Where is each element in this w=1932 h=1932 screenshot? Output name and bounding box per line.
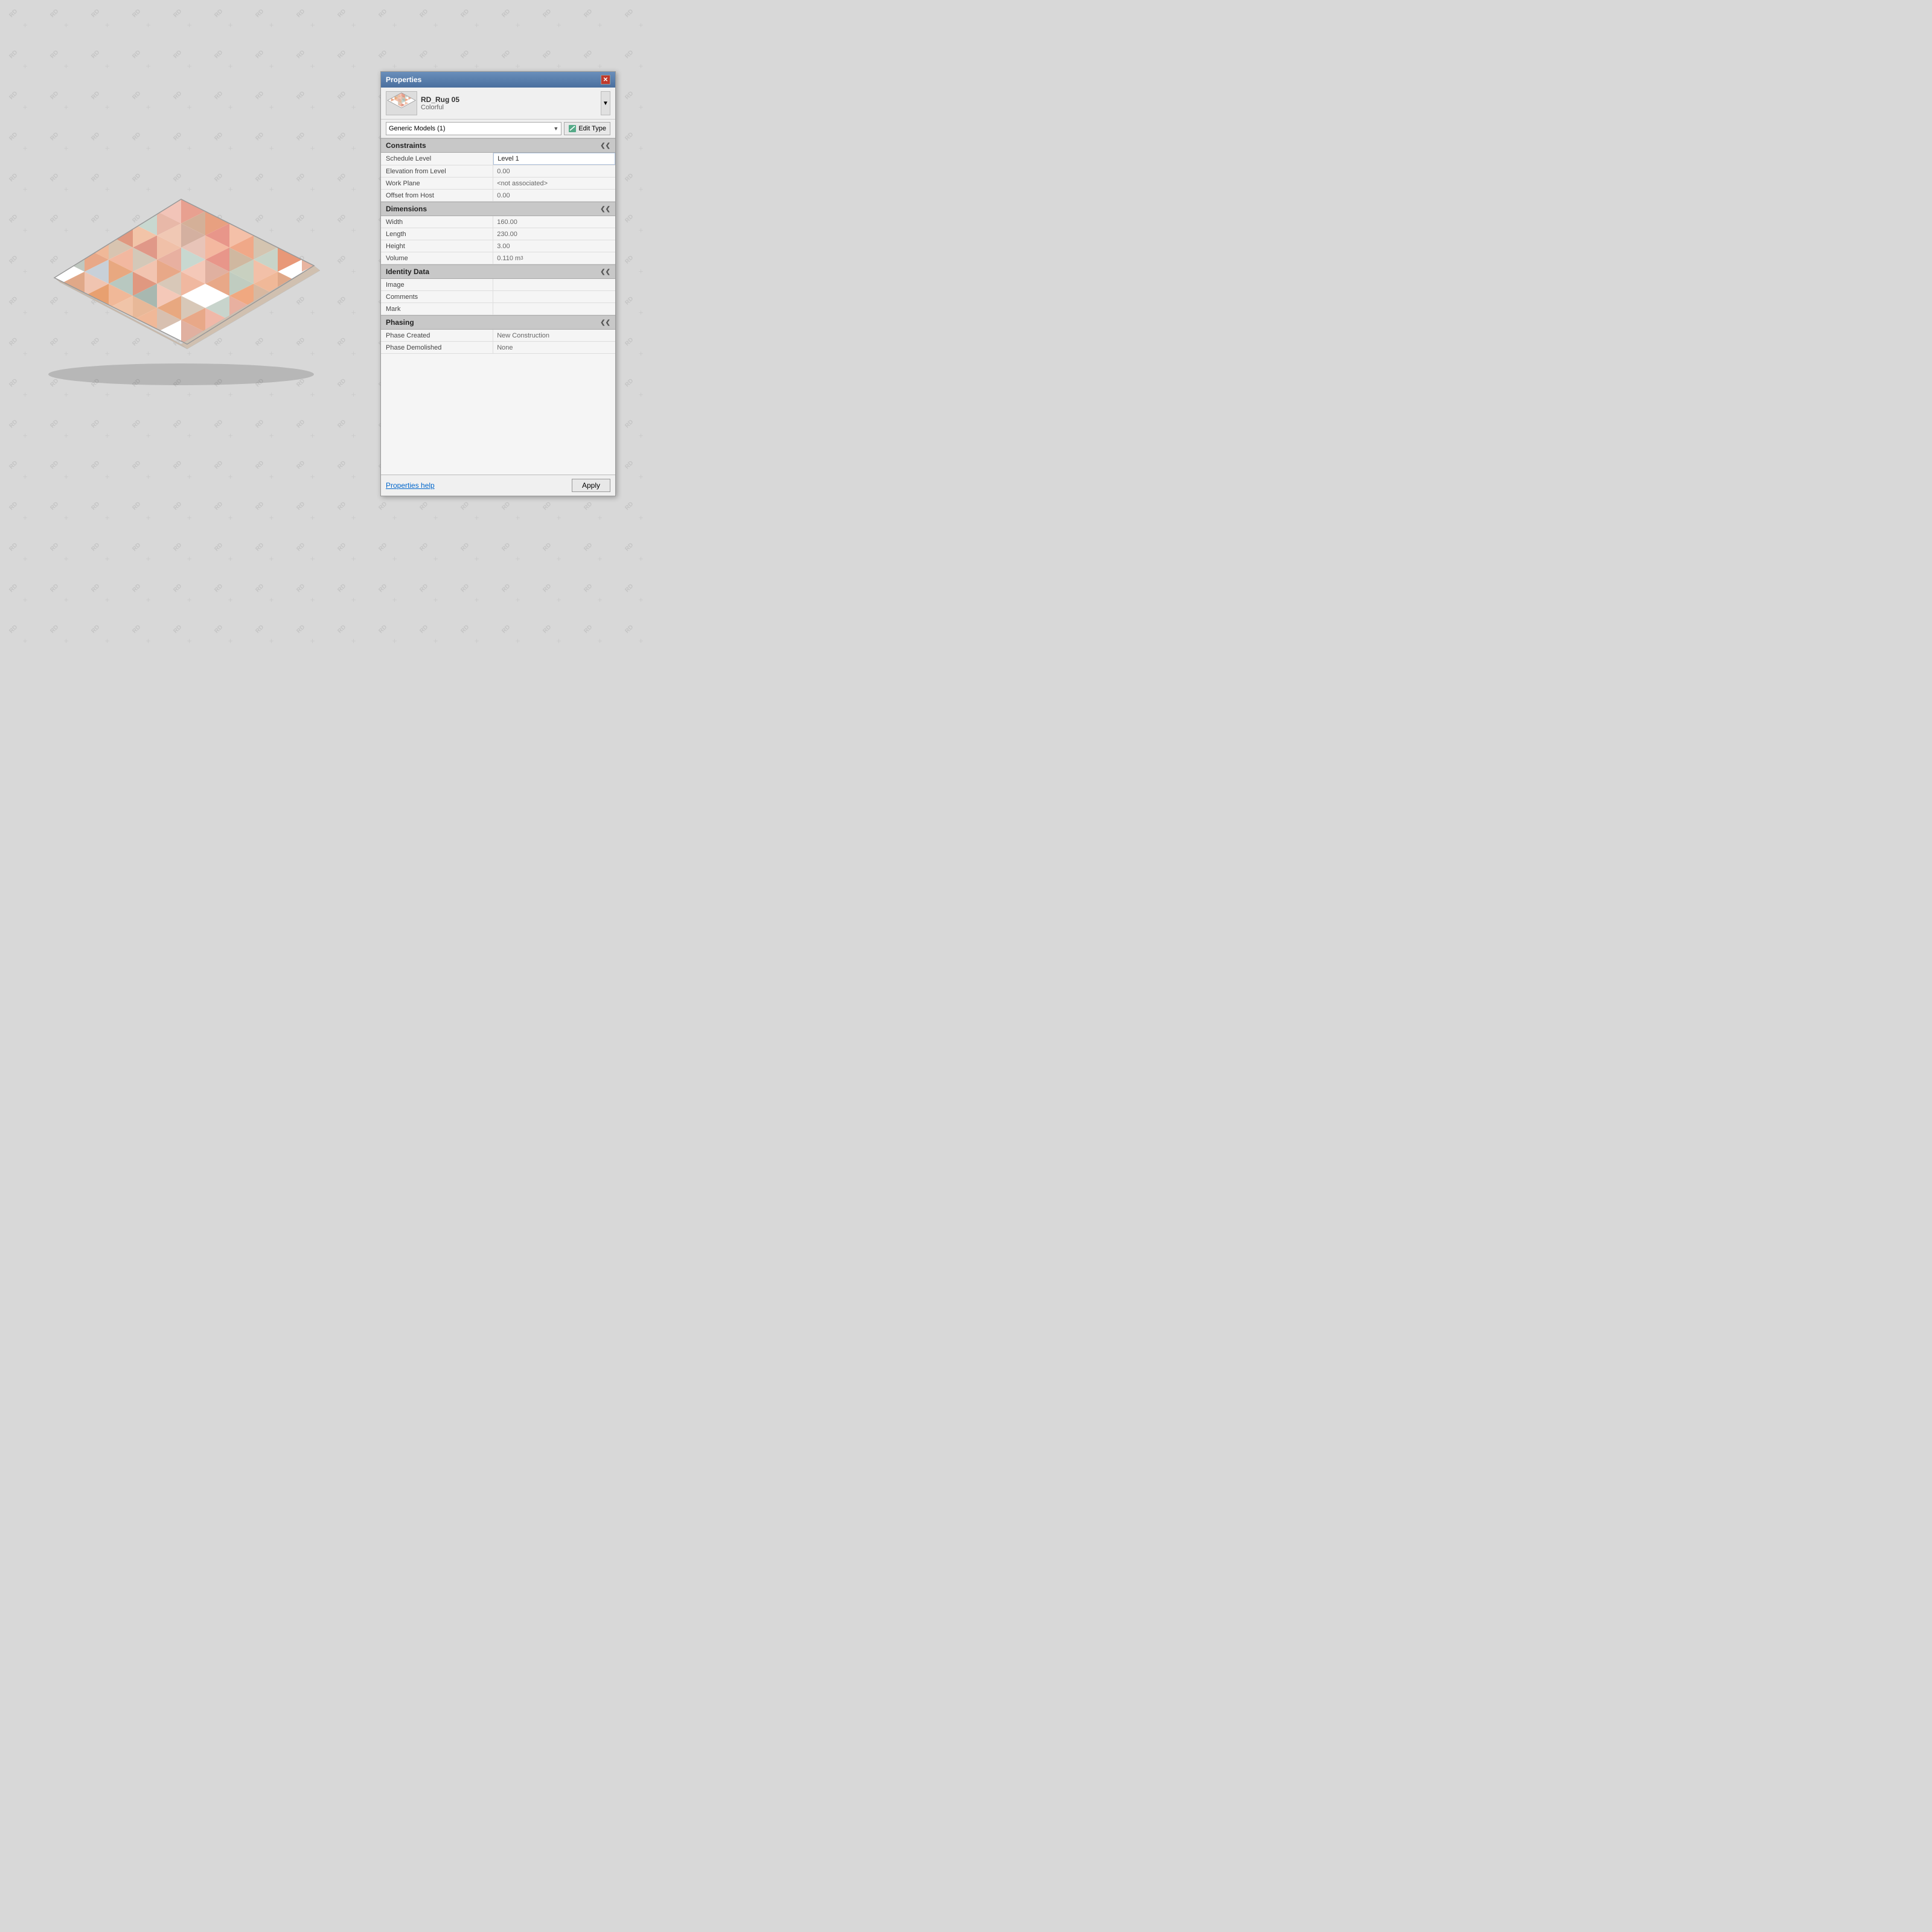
prop-label-height: Height — [381, 240, 493, 252]
collapse-icon[interactable]: ❮❮ — [600, 269, 610, 275]
prop-value-volume: 0.110 m3 — [493, 252, 615, 264]
type-name: RD_Rug 05 — [421, 95, 597, 104]
properties-help-link[interactable]: Properties help — [386, 481, 435, 490]
prop-value-phase-demolished: None — [493, 342, 615, 353]
table-row: Image — [381, 279, 615, 291]
table-row: Mark — [381, 303, 615, 315]
properties-table: Constraints ❮❮ Schedule Level Level 1 El… — [381, 138, 615, 475]
table-row: Volume 0.110 m3 — [381, 252, 615, 264]
table-row: Offset from Host 0.00 — [381, 190, 615, 202]
properties-panel: Properties ✕ — [380, 71, 616, 496]
type-thumbnail — [386, 91, 417, 115]
prop-value-phase-created: New Construction — [493, 330, 615, 341]
category-dropdown[interactable]: Generic Models (1) ▼ — [386, 122, 561, 135]
panel-titlebar: Properties ✕ — [381, 72, 615, 88]
section-dimensions: Dimensions ❮❮ — [381, 202, 615, 216]
prop-label-phase-demolished: Phase Demolished — [381, 342, 493, 353]
prop-value-length: 230.00 — [493, 228, 615, 240]
prop-value-elevation: 0.00 — [493, 165, 615, 177]
prop-label-phase-created: Phase Created — [381, 330, 493, 341]
table-row: Phase Created New Construction — [381, 330, 615, 342]
prop-value-mark — [493, 303, 615, 315]
prop-label-elevation: Elevation from Level — [381, 165, 493, 177]
edit-type-icon — [568, 124, 577, 133]
collapse-icon[interactable]: ❮❮ — [600, 206, 610, 213]
prop-value-width: 160.00 — [493, 216, 615, 228]
selector-row: Generic Models (1) ▼ Edit Type — [381, 120, 615, 138]
dropdown-value: Generic Models (1) — [389, 125, 446, 132]
prop-label-image: Image — [381, 279, 493, 290]
type-dropdown-arrow[interactable]: ▼ — [601, 91, 610, 115]
prop-value-comments — [493, 291, 615, 302]
prop-label-comments: Comments — [381, 291, 493, 302]
table-row: Length 230.00 — [381, 228, 615, 240]
type-row: RD_Rug 05 Colorful ▼ — [381, 88, 615, 120]
type-category: Colorful — [421, 104, 597, 111]
chevron-down-icon: ▼ — [553, 126, 558, 132]
rug-illustration — [36, 181, 326, 386]
section-phasing: Phasing ❮❮ — [381, 315, 615, 330]
prop-value-offset: 0.00 — [493, 190, 615, 201]
prop-label-work-plane: Work Plane — [381, 178, 493, 189]
edit-type-button[interactable]: Edit Type — [564, 122, 610, 135]
prop-label-volume: Volume — [381, 252, 493, 264]
collapse-icon[interactable]: ❮❮ — [600, 319, 610, 326]
empty-space — [381, 354, 615, 475]
table-row: Phase Demolished None — [381, 342, 615, 354]
panel-footer: Properties help Apply — [381, 475, 615, 496]
prop-label-mark: Mark — [381, 303, 493, 315]
table-row: Comments — [381, 291, 615, 303]
prop-value-work-plane: <not associated> — [493, 178, 615, 189]
prop-label-width: Width — [381, 216, 493, 228]
panel-title: Properties — [386, 75, 421, 84]
table-row: Width 160.00 — [381, 216, 615, 228]
prop-value-schedule-level[interactable]: Level 1 — [493, 153, 615, 165]
section-constraints: Constraints ❮❮ — [381, 138, 615, 153]
prop-label-length: Length — [381, 228, 493, 240]
edit-type-label: Edit Type — [578, 125, 606, 132]
apply-button[interactable]: Apply — [572, 479, 610, 492]
close-button[interactable]: ✕ — [601, 75, 610, 85]
table-row: Height 3.00 — [381, 240, 615, 252]
prop-value-height: 3.00 — [493, 240, 615, 252]
collapse-icon[interactable]: ❮❮ — [600, 142, 610, 149]
table-row: Schedule Level Level 1 — [381, 153, 615, 165]
section-identity-data: Identity Data ❮❮ — [381, 264, 615, 279]
prop-value-image — [493, 279, 615, 290]
table-row: Work Plane <not associated> — [381, 178, 615, 190]
prop-label-offset: Offset from Host — [381, 190, 493, 201]
type-info: RD_Rug 05 Colorful — [421, 95, 597, 111]
prop-label-schedule-level: Schedule Level — [381, 153, 493, 165]
table-row: Elevation from Level 0.00 — [381, 165, 615, 178]
